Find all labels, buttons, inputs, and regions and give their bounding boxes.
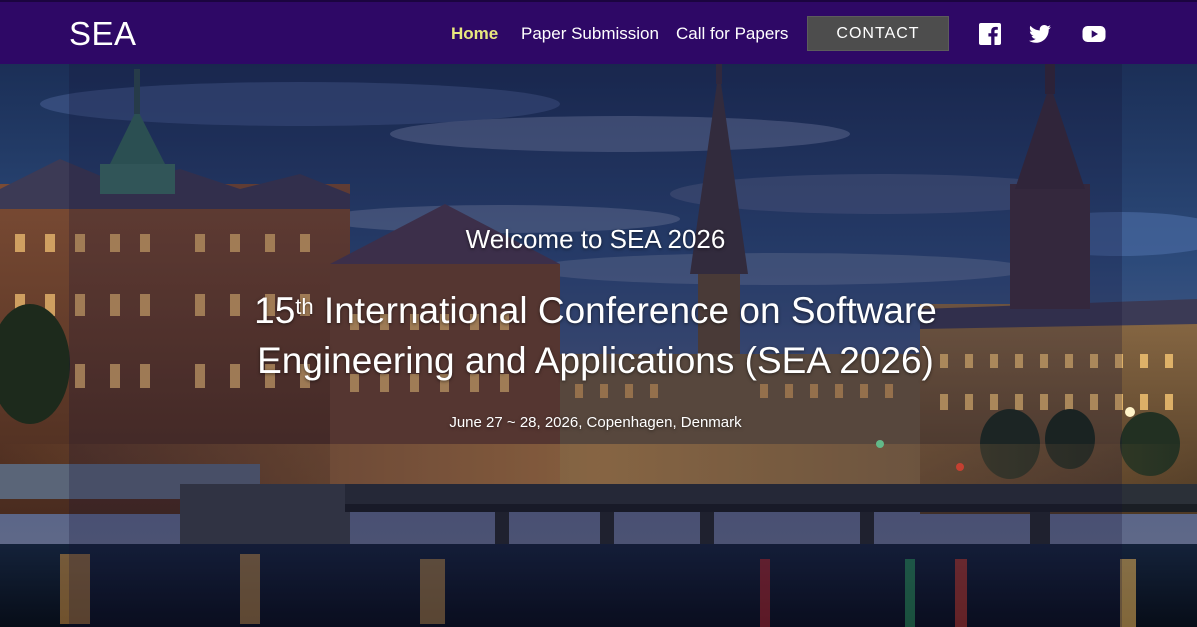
nav-links: Home Paper Submission Call for Papers xyxy=(0,15,1197,53)
ordinal-number: 15 xyxy=(254,290,296,331)
conference-dates: June 27 ~ 28, 2026, Copenhagen, Denmark xyxy=(449,414,742,431)
facebook-icon[interactable] xyxy=(977,22,1003,46)
nav-call-for-papers-link[interactable]: Call for Papers xyxy=(676,15,788,53)
title-line1: International Conference on Software xyxy=(313,290,937,331)
contact-button[interactable]: CONTACT xyxy=(807,16,949,51)
top-navbar: SEA Home Paper Submission Call for Paper… xyxy=(0,0,1197,64)
ordinal-suffix: th xyxy=(295,294,314,319)
hero-banner: Welcome to SEA 2026 15th International C… xyxy=(0,64,1197,627)
youtube-icon[interactable] xyxy=(1081,22,1107,46)
title-line2: Engineering and Applications (SEA 2026) xyxy=(257,340,934,381)
nav-paper-submission-link[interactable]: Paper Submission xyxy=(521,15,659,53)
nav-home-link[interactable]: Home xyxy=(451,15,498,53)
welcome-heading: Welcome to SEA 2026 xyxy=(465,224,726,254)
conference-title: 15th International Conference on Softwar… xyxy=(69,286,1122,386)
twitter-icon[interactable] xyxy=(1027,22,1053,46)
